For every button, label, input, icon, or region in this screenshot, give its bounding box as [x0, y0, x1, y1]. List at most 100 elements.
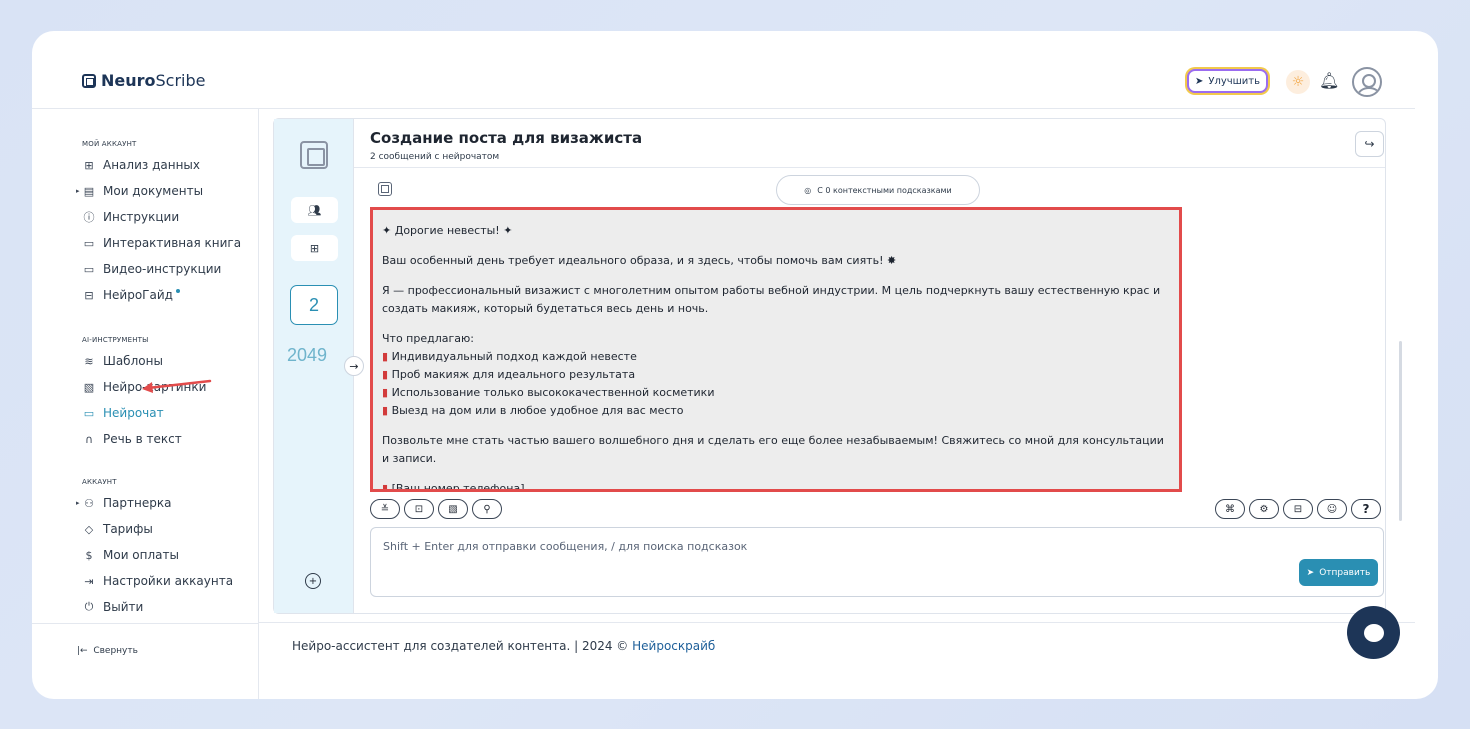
sidebar-item-guide[interactable]: ⊟ НейроГайд [82, 286, 180, 304]
sidebar-item-instructions[interactable]: ⓘ Инструкции [82, 208, 180, 226]
logo[interactable]: Neuro Scribe [82, 71, 206, 90]
sidebar-item-label: Видео-инструкции [103, 262, 222, 276]
sun-icon[interactable]: ☼ [1286, 70, 1310, 94]
message-input[interactable]: Shift + Enter для отправки сообщения, / … [370, 527, 1384, 597]
sidebar: МОЙ АККАУНТ ⊞ Анализ данных ▸ ▤ Мои докумен… [32, 109, 259, 699]
power-icon: ⏻ [84, 600, 94, 613]
sidebar-item-logout[interactable]: ⏻ Выйти [82, 598, 144, 616]
sidebar-item-neurochat[interactable]: ▭ Нейрочат [82, 404, 164, 422]
wand-icon: ⚲ [483, 503, 491, 515]
users-icon: ⚇ [84, 496, 94, 510]
tag-icon: ◇ [84, 522, 94, 536]
magic-button[interactable]: ⚲ [472, 499, 502, 519]
section-ai-tools: AI-ИНСТРУМЕНТЫ [82, 336, 149, 344]
chat-title: Создание поста для визажиста [370, 129, 643, 147]
layout-icon: ⊟ [1293, 503, 1303, 515]
assistant-icon [378, 182, 392, 196]
upload-icon: ⊡ [414, 503, 424, 515]
expand-button[interactable]: → [344, 356, 364, 376]
sidebar-item-label: Выйти [103, 600, 144, 614]
help-circle-icon: ⓘ [83, 211, 95, 224]
login-icon: ⇥ [84, 574, 94, 588]
divider [354, 167, 1385, 168]
grid-button[interactable]: ⊞ [291, 235, 338, 261]
chat-subtitle: 2 сообщений с нейрочатом [370, 152, 500, 162]
input-placeholder: Shift + Enter для отправки сообщения, / … [383, 540, 748, 553]
offer-item: ▮ Выезд на дом или в любое удобное для в… [382, 402, 1170, 420]
headphones-icon: ∩ [84, 432, 94, 446]
section-account: АККАУНТ [82, 478, 117, 486]
users-button[interactable]: 👥︎ [291, 197, 338, 223]
rocket-icon: ➤ [1194, 75, 1204, 87]
lipstick-icon: ▮ [382, 386, 389, 399]
share-button[interactable]: ↪ [1355, 131, 1384, 157]
message-paragraph: Ваш особенный день требует идеального об… [382, 254, 897, 267]
sidebar-item-label: Нейрочат [103, 406, 164, 420]
question-icon: ? [1362, 502, 1370, 516]
help-button[interactable]: ? [1351, 499, 1381, 519]
context-label: С 0 контекстными подсказками [817, 185, 952, 195]
sidebar-item-video[interactable]: ▭ Видео-инструкции [82, 260, 222, 278]
footer-text: Нейро-ассистент для создателей контента.… [292, 639, 629, 653]
bot-button[interactable]: ☺ [1317, 499, 1347, 519]
app-window: Neuro Scribe ➤ Улучшить ☼ 🔔︎ МОЙ АККАУНТ … [32, 31, 1438, 699]
new-badge [175, 289, 180, 293]
assistant-message: ✦ Дорогие невесты! ✦ Ваш особенный день … [370, 207, 1182, 492]
collapse-button[interactable]: |← Свернуть [77, 646, 138, 656]
image-button[interactable]: ▧ [438, 499, 468, 519]
upgrade-button[interactable]: ➤ Улучшить [1187, 69, 1268, 93]
footer-link[interactable]: Нейроскрайб [632, 639, 715, 653]
puzzle-icon: ⌘ [1225, 503, 1235, 515]
share-icon: ↪ [1364, 137, 1375, 151]
chevrons-down-icon: ≚ [380, 503, 390, 515]
token-count: 2049 [287, 345, 328, 365]
sidebar-item-label: Анализ данных [103, 158, 200, 172]
upgrade-label: Улучшить [1208, 75, 1261, 87]
plugin-button[interactable]: ⌘ [1215, 499, 1245, 519]
collapse-icon: |← [77, 646, 88, 656]
settings-button[interactable]: ⚙ [1249, 499, 1279, 519]
chat-side-strip: 👥︎ ⊞ 2 2049 + [274, 119, 354, 613]
phone-text: [Ваш номер телефона] [391, 482, 525, 492]
sidebar-item-analysis[interactable]: ⊞ Анализ данных [82, 156, 200, 174]
scrollbar[interactable] [1399, 341, 1402, 521]
avatar[interactable] [1352, 67, 1382, 97]
logo-icon [82, 73, 96, 88]
send-button[interactable]: ➤ Отправить [1299, 559, 1378, 586]
add-chat-button[interactable]: + [305, 573, 321, 589]
message-count: 2 [290, 285, 338, 325]
image-icon: ▧ [83, 380, 95, 394]
palette-icon: ◎ [804, 185, 812, 195]
greeting-text: Дорогие невесты! [394, 224, 500, 237]
image-icon: ▧ [448, 503, 458, 515]
sidebar-item-partner[interactable]: ▸ ⚇ Партнерка [76, 494, 171, 512]
footer: Нейро-ассистент для создателей контента.… [292, 639, 715, 653]
message-paragraph: Позвольте мне стать частью вашего волшеб… [382, 434, 1164, 465]
sidebar-item-documents[interactable]: ▸ ▤ Мои документы [76, 182, 203, 200]
divider [259, 622, 1415, 623]
grid-icon: ⊞ [309, 241, 320, 255]
lipstick-icon: ▮ [382, 482, 389, 492]
document-icon: ▤ [83, 184, 95, 198]
collapse-messages-button[interactable]: ≚ [370, 499, 400, 519]
offer-item: ▮ Индивидуальный подход каждой невесте [382, 348, 1170, 366]
offer-item: ▮ Использование только высококачественно… [382, 384, 1170, 402]
upload-button[interactable]: ⊡ [404, 499, 434, 519]
sidebar-item-templates[interactable]: ≋ Шаблоны [82, 352, 163, 370]
message-greeting: ✦ Дорогие невесты! ✦ [382, 224, 513, 237]
sidebar-item-speech[interactable]: ∩ Речь в текст [82, 430, 182, 448]
sidebar-item-payments[interactable]: $ Мои оплаты [82, 546, 179, 564]
bell-icon[interactable]: 🔔︎ [1319, 71, 1339, 90]
sidebar-item-label: Шаблоны [103, 354, 163, 368]
layout-button[interactable]: ⊟ [1283, 499, 1313, 519]
sidebar-item-label: Тарифы [103, 522, 153, 536]
lipstick-icon: ▮ [382, 404, 389, 417]
sidebar-item-settings[interactable]: ⇥ Настройки аккаунта [82, 572, 233, 590]
plus-icon: + [308, 575, 318, 587]
send-label: Отправить [1319, 567, 1371, 578]
sidebar-item-book[interactable]: ▭ Интерактивная книга [82, 234, 241, 252]
support-chat-button[interactable] [1347, 606, 1400, 659]
logo-text-light: Scribe [155, 71, 206, 90]
sidebar-item-tariffs[interactable]: ◇ Тарифы [82, 520, 153, 538]
context-hints-button[interactable]: ◎ С 0 контекстными подсказками [776, 175, 980, 205]
